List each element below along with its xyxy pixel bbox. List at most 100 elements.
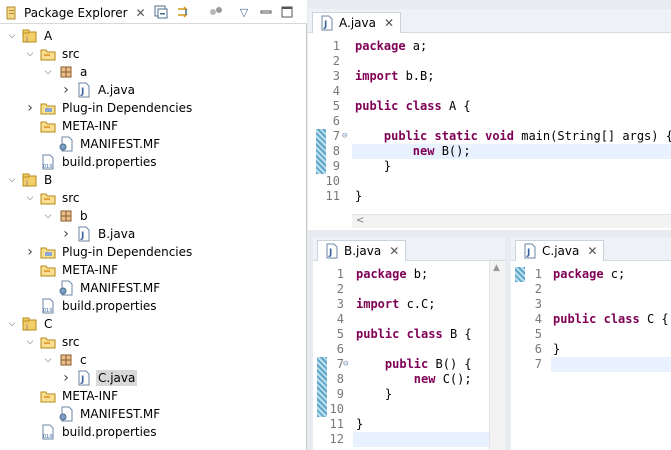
code-line[interactable]: 4 public class C { bbox=[511, 312, 671, 327]
tree-item[interactable]: META-INF bbox=[24, 117, 120, 135]
code-line[interactable]: 8 new B(); bbox=[333, 144, 671, 159]
view-menu-icon[interactable]: ▽ bbox=[236, 4, 252, 20]
link-with-editor-icon[interactable] bbox=[176, 4, 192, 20]
chevron-down-icon[interactable]: ⌵ bbox=[24, 336, 36, 348]
tree-item[interactable]: MANIFEST.MF bbox=[42, 279, 162, 297]
chevron-right-icon[interactable]: › bbox=[24, 100, 36, 116]
vertical-scrollbar[interactable]: ▲ bbox=[489, 261, 505, 450]
code-line[interactable]: 4 bbox=[313, 312, 505, 327]
tree-item[interactable]: 010 build.properties bbox=[24, 153, 159, 171]
tree-item[interactable]: ⌵ j B bbox=[6, 171, 54, 189]
code-line[interactable]: 10 bbox=[313, 402, 505, 417]
minimize-icon[interactable] bbox=[258, 4, 274, 20]
chevron-down-icon[interactable]: ⌵ bbox=[24, 48, 36, 60]
close-icon[interactable]: ✕ bbox=[384, 16, 394, 30]
chevron-down-icon[interactable]: ⌵ bbox=[24, 192, 36, 204]
tab-a-java[interactable]: J A.java ✕ bbox=[312, 12, 402, 33]
horizontal-scrollbar[interactable]: < bbox=[352, 214, 671, 228]
tree-item[interactable]: ⌵ b bbox=[42, 207, 90, 225]
code-line[interactable]: 6 bbox=[308, 114, 671, 129]
code-line[interactable]: 4 bbox=[308, 84, 671, 99]
line-number: 9 bbox=[336, 387, 344, 401]
chevron-down-icon[interactable]: ⌵ bbox=[42, 210, 54, 222]
chevron-down-icon[interactable]: ⌵ bbox=[42, 66, 54, 78]
chevron-down-icon[interactable]: ⌵ bbox=[6, 174, 18, 186]
tree-item[interactable]: ⌵ src bbox=[24, 45, 82, 63]
tree-item[interactable]: › Plug-in Dependencies bbox=[24, 99, 194, 117]
code-line[interactable]: 1 package c; bbox=[511, 267, 671, 282]
code-line[interactable]: 3 bbox=[511, 297, 671, 312]
code-line[interactable]: 11} bbox=[313, 417, 505, 432]
code-line[interactable]: 5 bbox=[511, 327, 671, 342]
tree-item-label: src bbox=[62, 191, 80, 205]
code-line[interactable]: 3 import b.B; bbox=[308, 69, 671, 84]
chevron-down-icon[interactable]: ⌵ bbox=[6, 30, 18, 42]
tree-item[interactable]: 010 build.properties bbox=[24, 297, 159, 315]
code-line[interactable]: 2 bbox=[308, 54, 671, 69]
tree-item[interactable]: ⌵ j C bbox=[6, 315, 54, 333]
editor-c: J C.java ✕ 1 package c; 2 3 4 public class C … bbox=[511, 237, 671, 450]
tree-item[interactable]: META-INF bbox=[24, 387, 120, 405]
tree-item-label: META-INF bbox=[62, 119, 119, 133]
tree-item[interactable]: META-INF bbox=[24, 261, 120, 279]
tree-item[interactable]: ⌵ src bbox=[24, 333, 82, 351]
code-line[interactable]: 7 public B() { bbox=[313, 357, 505, 372]
code-line[interactable]: 7 bbox=[535, 357, 671, 372]
code-line[interactable]: 3 import c.C; bbox=[313, 297, 505, 312]
editor-a-tabbar: J A.java ✕ bbox=[308, 9, 671, 33]
tree-item[interactable]: ⌵ a bbox=[42, 63, 89, 81]
code-line[interactable]: 10 bbox=[308, 174, 671, 189]
properties-icon: 010 bbox=[40, 424, 56, 440]
code-line[interactable]: 1 package a; bbox=[308, 39, 671, 54]
focus-icon[interactable] bbox=[208, 4, 224, 20]
tab-c-java[interactable]: J C.java ✕ bbox=[515, 240, 605, 261]
fold-collapse-icon[interactable]: ⊖ bbox=[343, 359, 348, 369]
tree-item[interactable]: MANIFEST.MF bbox=[42, 405, 162, 423]
package-icon bbox=[58, 64, 74, 80]
package-explorer-title: Package Explorer bbox=[24, 5, 128, 20]
tree-item[interactable]: › J C.java bbox=[60, 369, 138, 387]
tree-item-label: C bbox=[44, 317, 53, 331]
tree-item[interactable]: ⌵ src bbox=[24, 189, 82, 207]
java-file-icon: J bbox=[522, 243, 538, 259]
properties-icon: 010 bbox=[40, 154, 56, 170]
code-line[interactable]: 2 bbox=[313, 282, 505, 297]
tree-item[interactable]: ⌵ j A bbox=[6, 27, 54, 45]
chevron-down-icon[interactable]: ⌵ bbox=[42, 354, 54, 366]
chevron-down-icon[interactable]: ⌵ bbox=[6, 318, 18, 330]
code-line[interactable]: 5 public class A { bbox=[308, 99, 671, 114]
close-icon[interactable]: ✕ bbox=[389, 244, 399, 258]
code-line[interactable]: 8 new C(); bbox=[313, 372, 505, 387]
line-number: 3 bbox=[534, 297, 542, 311]
tree-item[interactable]: ⌵ c bbox=[42, 351, 89, 369]
code-line[interactable]: 2 bbox=[511, 282, 671, 297]
code-line[interactable]: 6} bbox=[511, 342, 671, 357]
collapse-all-icon[interactable] bbox=[153, 4, 169, 20]
code-line[interactable]: 7 public static void main(String[] args)… bbox=[308, 129, 671, 144]
code-line[interactable]: 12 bbox=[330, 432, 505, 447]
code-line[interactable]: 1 package b; bbox=[313, 267, 505, 282]
code-line[interactable]: 9 } bbox=[313, 387, 505, 402]
tree-item[interactable]: › J B.java bbox=[60, 225, 137, 243]
close-icon[interactable]: ✕ bbox=[587, 244, 597, 258]
code-line[interactable]: 5 public class B { bbox=[313, 327, 505, 342]
chevron-right-icon[interactable]: › bbox=[60, 370, 72, 386]
code-line[interactable]: 11} bbox=[308, 189, 671, 204]
tree-item[interactable]: 010 build.properties bbox=[24, 423, 159, 441]
code-line[interactable]: 6 bbox=[313, 342, 505, 357]
tree-item[interactable]: MANIFEST.MF bbox=[42, 135, 162, 153]
package-explorer-tab[interactable]: Package Explorer ✕ bbox=[2, 2, 150, 23]
maximize-icon[interactable] bbox=[279, 4, 295, 20]
chevron-right-icon[interactable]: › bbox=[60, 226, 72, 242]
code-line[interactable]: 9 } bbox=[308, 159, 671, 174]
fold-collapse-icon[interactable]: ⊖ bbox=[342, 131, 347, 141]
tree-item-label: src bbox=[62, 47, 80, 61]
svg-text:J: J bbox=[526, 248, 530, 258]
close-icon[interactable]: ✕ bbox=[136, 6, 146, 20]
chevron-right-icon[interactable]: › bbox=[24, 244, 36, 260]
tree-item[interactable]: › Plug-in Dependencies bbox=[24, 243, 194, 261]
tab-b-java[interactable]: J B.java ✕ bbox=[317, 240, 407, 261]
chevron-right-icon[interactable]: › bbox=[60, 82, 72, 98]
tree-item[interactable]: › J A.java bbox=[60, 81, 137, 99]
